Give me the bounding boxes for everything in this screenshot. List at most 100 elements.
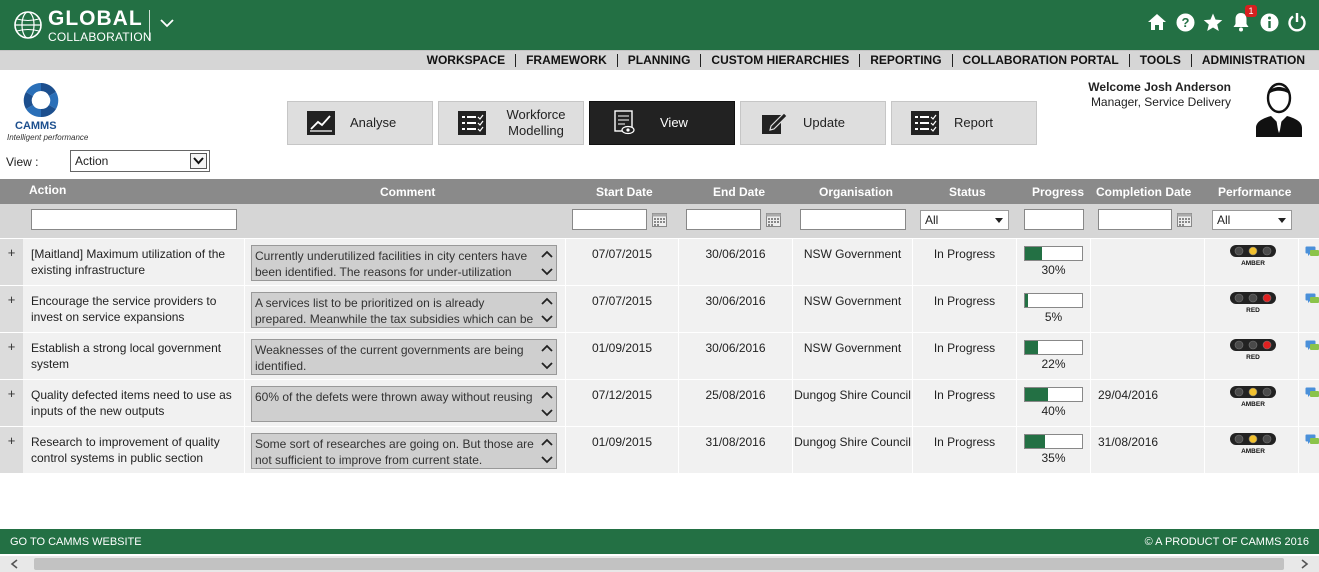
- action-cell[interactable]: Establish a strong local government syst…: [31, 340, 239, 372]
- help-icon[interactable]: ?: [1175, 11, 1195, 33]
- comments-icon[interactable]: [1305, 387, 1319, 400]
- home-icon[interactable]: [1147, 11, 1167, 33]
- app-logo[interactable]: GLOBAL COLLABORATION: [12, 6, 152, 44]
- comments-icon[interactable]: [1305, 246, 1319, 259]
- expand-row-button[interactable]: +: [0, 333, 23, 379]
- scrollbar-thumb[interactable]: [34, 558, 1284, 570]
- col-status[interactable]: Status: [949, 185, 986, 199]
- action-filter-input[interactable]: [31, 209, 237, 230]
- col-action[interactable]: Action: [29, 183, 66, 197]
- mode-report-button[interactable]: Report: [891, 101, 1037, 145]
- end-date-cell: 25/08/2016: [705, 388, 766, 402]
- chevron-down-icon[interactable]: [158, 14, 176, 32]
- expand-row-button[interactable]: +: [0, 239, 23, 285]
- mode-workforce-modelling-button[interactable]: Workforce Modelling: [438, 101, 584, 145]
- menu-framework[interactable]: FRAMEWORK: [516, 54, 618, 67]
- comment-scroll-arrows-icon[interactable]: [540, 248, 554, 278]
- camms-brand-name: CAMMS: [15, 120, 57, 132]
- expand-row-button[interactable]: +: [0, 380, 23, 426]
- bell-icon[interactable]: 1: [1231, 5, 1257, 33]
- progress-bar: [1024, 246, 1083, 261]
- mode-analyse-button[interactable]: Analyse: [287, 101, 433, 145]
- status-filter-select[interactable]: All: [920, 210, 1009, 230]
- mode-view-button[interactable]: View: [589, 101, 735, 145]
- comments-icon[interactable]: [1305, 293, 1319, 306]
- menu-reporting[interactable]: REPORTING: [860, 54, 953, 67]
- mode-update-label: Update: [803, 115, 845, 130]
- action-cell[interactable]: [Maitland] Maximum utilization of the ex…: [31, 246, 239, 278]
- performance-filter-select[interactable]: All: [1212, 210, 1292, 230]
- column-divider: [1204, 380, 1205, 426]
- scroll-left-icon[interactable]: [10, 559, 20, 569]
- comment-scroll-arrows-icon[interactable]: [540, 389, 554, 419]
- performance-label: AMBER: [1241, 260, 1265, 266]
- chevron-down-icon[interactable]: [190, 153, 207, 169]
- calendar-icon[interactable]: [766, 213, 781, 227]
- avatar[interactable]: [1254, 78, 1304, 138]
- completion-date-filter-input[interactable]: [1098, 209, 1172, 230]
- horizontal-scrollbar[interactable]: [0, 556, 1319, 572]
- camms-website-link[interactable]: GO TO CAMMS WEBSITE: [10, 536, 142, 548]
- action-cell[interactable]: Encourage the service providers to inves…: [31, 293, 239, 325]
- progress-filter-input[interactable]: [1024, 209, 1084, 230]
- comment-textarea[interactable]: Weaknesses of the current governments ar…: [251, 339, 557, 375]
- table-row[interactable]: + [Maitland] Maximum utilization of the e…: [0, 239, 1319, 286]
- table-row[interactable]: + Encourage the service providers to inve…: [0, 286, 1319, 333]
- column-divider: [1298, 380, 1299, 426]
- scroll-right-icon[interactable]: [1299, 559, 1309, 569]
- col-comment[interactable]: Comment: [380, 185, 435, 199]
- col-organisation[interactable]: Organisation: [819, 185, 893, 199]
- menu-planning[interactable]: PLANNING: [618, 54, 702, 67]
- performance-filter-value: All: [1217, 213, 1231, 227]
- mode-analyse-label: Analyse: [350, 115, 397, 130]
- column-divider: [1090, 333, 1091, 379]
- end-date-filter-input[interactable]: [686, 209, 761, 230]
- col-progress[interactable]: Progress: [1032, 185, 1084, 199]
- comment-textarea[interactable]: Some sort of researches are going on. Bu…: [251, 433, 557, 469]
- menu-custom-hierarchies[interactable]: CUSTOM HIERARCHIES: [701, 54, 861, 67]
- star-icon[interactable]: [1203, 11, 1223, 33]
- menu-administration[interactable]: ADMINISTRATION: [1192, 54, 1315, 67]
- comment-textarea[interactable]: 60% of the defets were thrown away witho…: [251, 386, 557, 422]
- table-row[interactable]: + Research to improvement of quality cont…: [0, 427, 1319, 474]
- expand-row-button[interactable]: +: [0, 286, 23, 332]
- welcome-text: Welcome Josh Anderson: [1088, 80, 1231, 94]
- calendar-icon[interactable]: [1177, 213, 1192, 227]
- column-divider: [1298, 286, 1299, 332]
- action-cell[interactable]: Research to improvement of quality contr…: [31, 434, 239, 466]
- comments-icon[interactable]: [1305, 434, 1319, 447]
- comment-textarea[interactable]: A services list to be prioritized on is …: [251, 292, 557, 328]
- comment-textarea[interactable]: Currently underutilized facilities in ci…: [251, 245, 557, 281]
- menu-tools[interactable]: TOOLS: [1130, 54, 1192, 67]
- view-label: View :: [6, 155, 39, 169]
- menu-collaboration-portal[interactable]: COLLABORATION PORTAL: [953, 54, 1130, 67]
- comments-icon[interactable]: [1305, 340, 1319, 353]
- expand-row-button[interactable]: +: [0, 427, 23, 473]
- menu-workspace[interactable]: WORKSPACE: [417, 54, 517, 67]
- info-icon[interactable]: [1259, 11, 1279, 33]
- power-icon[interactable]: [1287, 11, 1307, 33]
- table-row[interactable]: + Quality defected items need to use as i…: [0, 380, 1319, 427]
- organisation-filter-input[interactable]: [800, 209, 906, 230]
- mode-workforce-label: Workforce Modelling: [506, 107, 566, 138]
- calendar-icon[interactable]: [652, 213, 667, 227]
- view-select[interactable]: Action: [70, 150, 210, 172]
- start-date-cell: 07/07/2015: [591, 294, 653, 308]
- comment-scroll-arrows-icon[interactable]: [540, 436, 554, 466]
- report-list-icon: [911, 111, 939, 135]
- comment-scroll-arrows-icon[interactable]: [540, 295, 554, 325]
- table-row[interactable]: + Establish a strong local government sys…: [0, 333, 1319, 380]
- action-cell[interactable]: Quality defected items need to use as in…: [31, 387, 239, 419]
- copyright-text: © A PRODUCT OF CAMMS 2016: [1144, 536, 1309, 548]
- col-performance[interactable]: Performance: [1218, 185, 1291, 199]
- comment-scroll-arrows-icon[interactable]: [540, 342, 554, 372]
- start-date-filter-input[interactable]: [572, 209, 647, 230]
- chart-icon: [307, 111, 335, 135]
- col-end-date[interactable]: End Date: [713, 185, 765, 199]
- col-completion-date[interactable]: Completion Date: [1096, 185, 1191, 199]
- col-start-date[interactable]: Start Date: [596, 185, 653, 199]
- end-date-cell: 30/06/2016: [705, 294, 766, 308]
- footer: GO TO CAMMS WEBSITE © A PRODUCT OF CAMMS…: [0, 529, 1319, 554]
- mode-update-button[interactable]: Update: [740, 101, 886, 145]
- start-date-cell: 01/09/2015: [591, 341, 653, 355]
